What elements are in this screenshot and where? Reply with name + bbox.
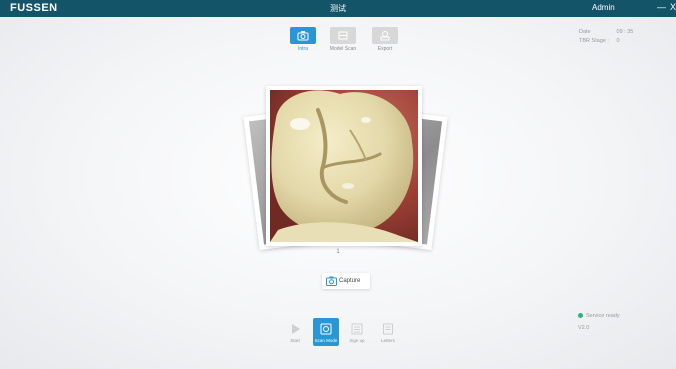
tab-model-scan-tile xyxy=(330,27,356,44)
info-key: TBR Stage : xyxy=(579,38,609,44)
scan-mode-label: Scan Mode xyxy=(314,338,338,343)
scan-icon xyxy=(320,323,332,335)
status-dot xyxy=(578,313,583,318)
scan-mode-button[interactable]: Scan Mode xyxy=(313,318,339,346)
device-status: Service ready V2.0 xyxy=(578,313,620,331)
info-row: Date 09 : 35 xyxy=(579,28,633,37)
tooth-image xyxy=(270,90,418,242)
tab-model-scan-label: Model Scan xyxy=(329,46,357,52)
close-button[interactable]: X xyxy=(670,2,676,12)
title-bar: FUSSEN 测试 Admin — X xyxy=(0,0,676,17)
current-image[interactable] xyxy=(266,86,422,246)
tab-intra-label: Intra xyxy=(297,46,308,52)
capture-button[interactable]: Capture xyxy=(322,273,370,289)
tab-intra[interactable]: Intra xyxy=(282,24,324,58)
info-key: Date xyxy=(579,29,591,35)
letters-button[interactable]: Letters xyxy=(375,318,401,346)
camera-icon xyxy=(297,31,309,41)
play-icon xyxy=(292,324,300,334)
info-value: 09 : 35 xyxy=(616,29,634,35)
start-label: Start xyxy=(290,338,300,343)
tab-export-tile xyxy=(372,27,398,44)
model-icon xyxy=(338,31,348,40)
letters-label: Letters xyxy=(381,338,395,343)
status-text: Service ready xyxy=(586,313,620,319)
info-panel: Date 09 : 35 TBR Stage : 0 xyxy=(579,28,633,46)
info-value: 0 xyxy=(616,38,620,44)
version-label: V2.0 xyxy=(578,325,590,331)
info-row: TBR Stage : 0 xyxy=(579,37,633,46)
tooth-photo xyxy=(270,90,418,242)
export-icon xyxy=(380,31,390,41)
page-indicator: 1 xyxy=(336,249,340,255)
capture-icon xyxy=(326,276,337,286)
tab-export[interactable]: Export xyxy=(364,24,406,58)
tab-export-label: Export xyxy=(377,46,393,52)
window-title: 测试 xyxy=(330,4,346,13)
capture-label: Capture xyxy=(339,278,361,284)
user-menu[interactable]: Admin xyxy=(592,3,615,12)
status-line: Service ready xyxy=(578,313,620,319)
doc-icon xyxy=(383,323,393,335)
list-icon xyxy=(351,323,363,335)
sign-up-button[interactable]: Sign up xyxy=(344,318,370,346)
image-gallery xyxy=(243,84,448,260)
tab-model-scan[interactable]: Model Scan xyxy=(322,24,364,58)
start-button[interactable]: Start xyxy=(282,318,308,346)
tab-intra-tile xyxy=(290,27,316,44)
sign-up-label: Sign up xyxy=(349,338,365,343)
minimize-button[interactable]: — xyxy=(657,2,666,12)
